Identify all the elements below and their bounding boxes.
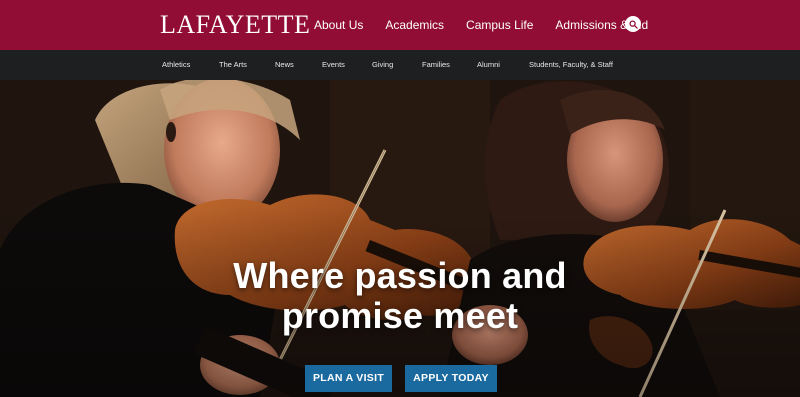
secondary-nav: Athletics The Arts News Events Giving Fa… <box>0 50 800 80</box>
subnav-students-faculty-staff[interactable]: Students, Faculty, & Staff <box>529 50 613 80</box>
apply-today-button[interactable]: APPLY TODAY <box>405 365 497 392</box>
subnav-the-arts[interactable]: The Arts <box>219 50 247 80</box>
subnav-events[interactable]: Events <box>322 50 345 80</box>
hero-overlay <box>0 80 800 397</box>
hero-banner: Where passion and promise meet PLAN A VI… <box>0 80 800 397</box>
hero-headline: Where passion and promise meet <box>0 256 800 336</box>
secondary-header: Athletics The Arts News Events Giving Fa… <box>0 50 800 80</box>
subnav-news[interactable]: News <box>275 50 294 80</box>
search-icon <box>628 19 638 29</box>
subnav-giving[interactable]: Giving <box>372 50 393 80</box>
search-button[interactable] <box>625 16 641 32</box>
hero-headline-line2: promise meet <box>281 295 519 336</box>
nav-academics[interactable]: Academics <box>385 18 444 32</box>
subnav-athletics[interactable]: Athletics <box>162 50 190 80</box>
lafayette-logo[interactable]: LAFAYETTE <box>160 10 310 40</box>
nav-campus-life[interactable]: Campus Life <box>466 18 533 32</box>
hero-headline-line1: Where passion and <box>233 255 567 296</box>
subnav-families[interactable]: Families <box>422 50 450 80</box>
nav-about-us[interactable]: About Us <box>314 18 363 32</box>
subnav-alumni[interactable]: Alumni <box>477 50 500 80</box>
top-header: LAFAYETTE About Us Academics Campus Life… <box>0 0 800 50</box>
plan-a-visit-button[interactable]: PLAN A VISIT <box>305 365 392 392</box>
main-nav: About Us Academics Campus Life Admission… <box>314 0 670 50</box>
